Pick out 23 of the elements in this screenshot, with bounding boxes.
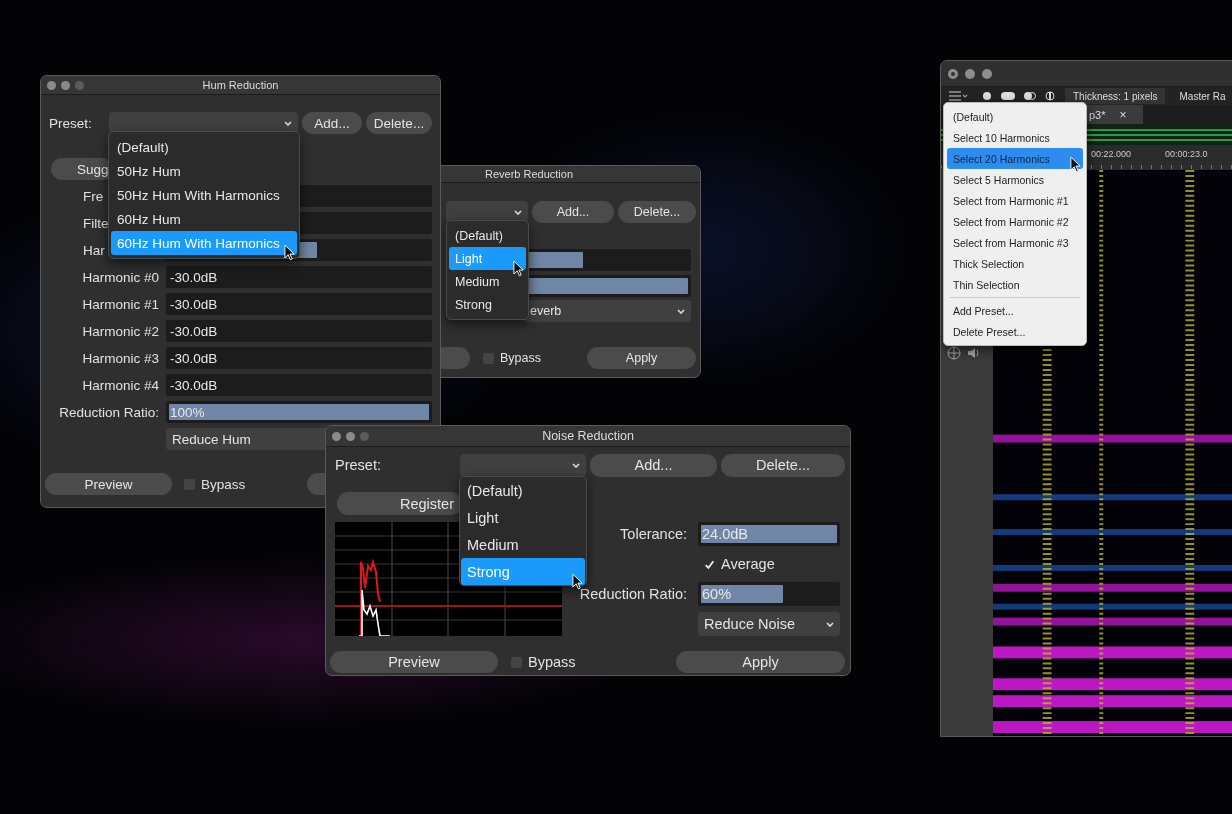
harmonic-label: Harmonic #4	[82, 377, 159, 393]
preset-label: Preset:	[49, 115, 92, 131]
window-title: Noise Reduction	[542, 429, 634, 443]
preset-label: Preset:	[335, 457, 381, 473]
checkbox-label: Bypass	[528, 654, 576, 670]
ratio-label: Reduction Ratio:	[579, 586, 687, 602]
harmonic-label: Harmonic #1	[82, 296, 159, 312]
checkbox-label: Bypass	[201, 476, 246, 492]
field-label: Har	[83, 242, 105, 258]
field-label: Filte	[83, 215, 109, 231]
harmonic-label: Harmonic #2	[82, 323, 159, 339]
toolbar-label: Master Ra	[1179, 90, 1226, 102]
window-title: Hum Reduction	[202, 79, 279, 91]
time-label: 00:22.000	[1091, 149, 1133, 161]
tolerance-label: Tolerance:	[620, 526, 687, 542]
time-label: 00:00:23.0	[1165, 149, 1209, 161]
checkbox-label: Bypass	[500, 351, 541, 365]
harmonic-label: Harmonic #0	[82, 269, 159, 285]
field-label: Fre	[83, 188, 104, 204]
checkbox-label: Average	[721, 556, 775, 572]
harmonic-label: Harmonic #3	[82, 350, 159, 366]
ratio-label: Reduction Ratio:	[59, 404, 159, 420]
window-title: Reverb Reduction	[484, 168, 574, 180]
